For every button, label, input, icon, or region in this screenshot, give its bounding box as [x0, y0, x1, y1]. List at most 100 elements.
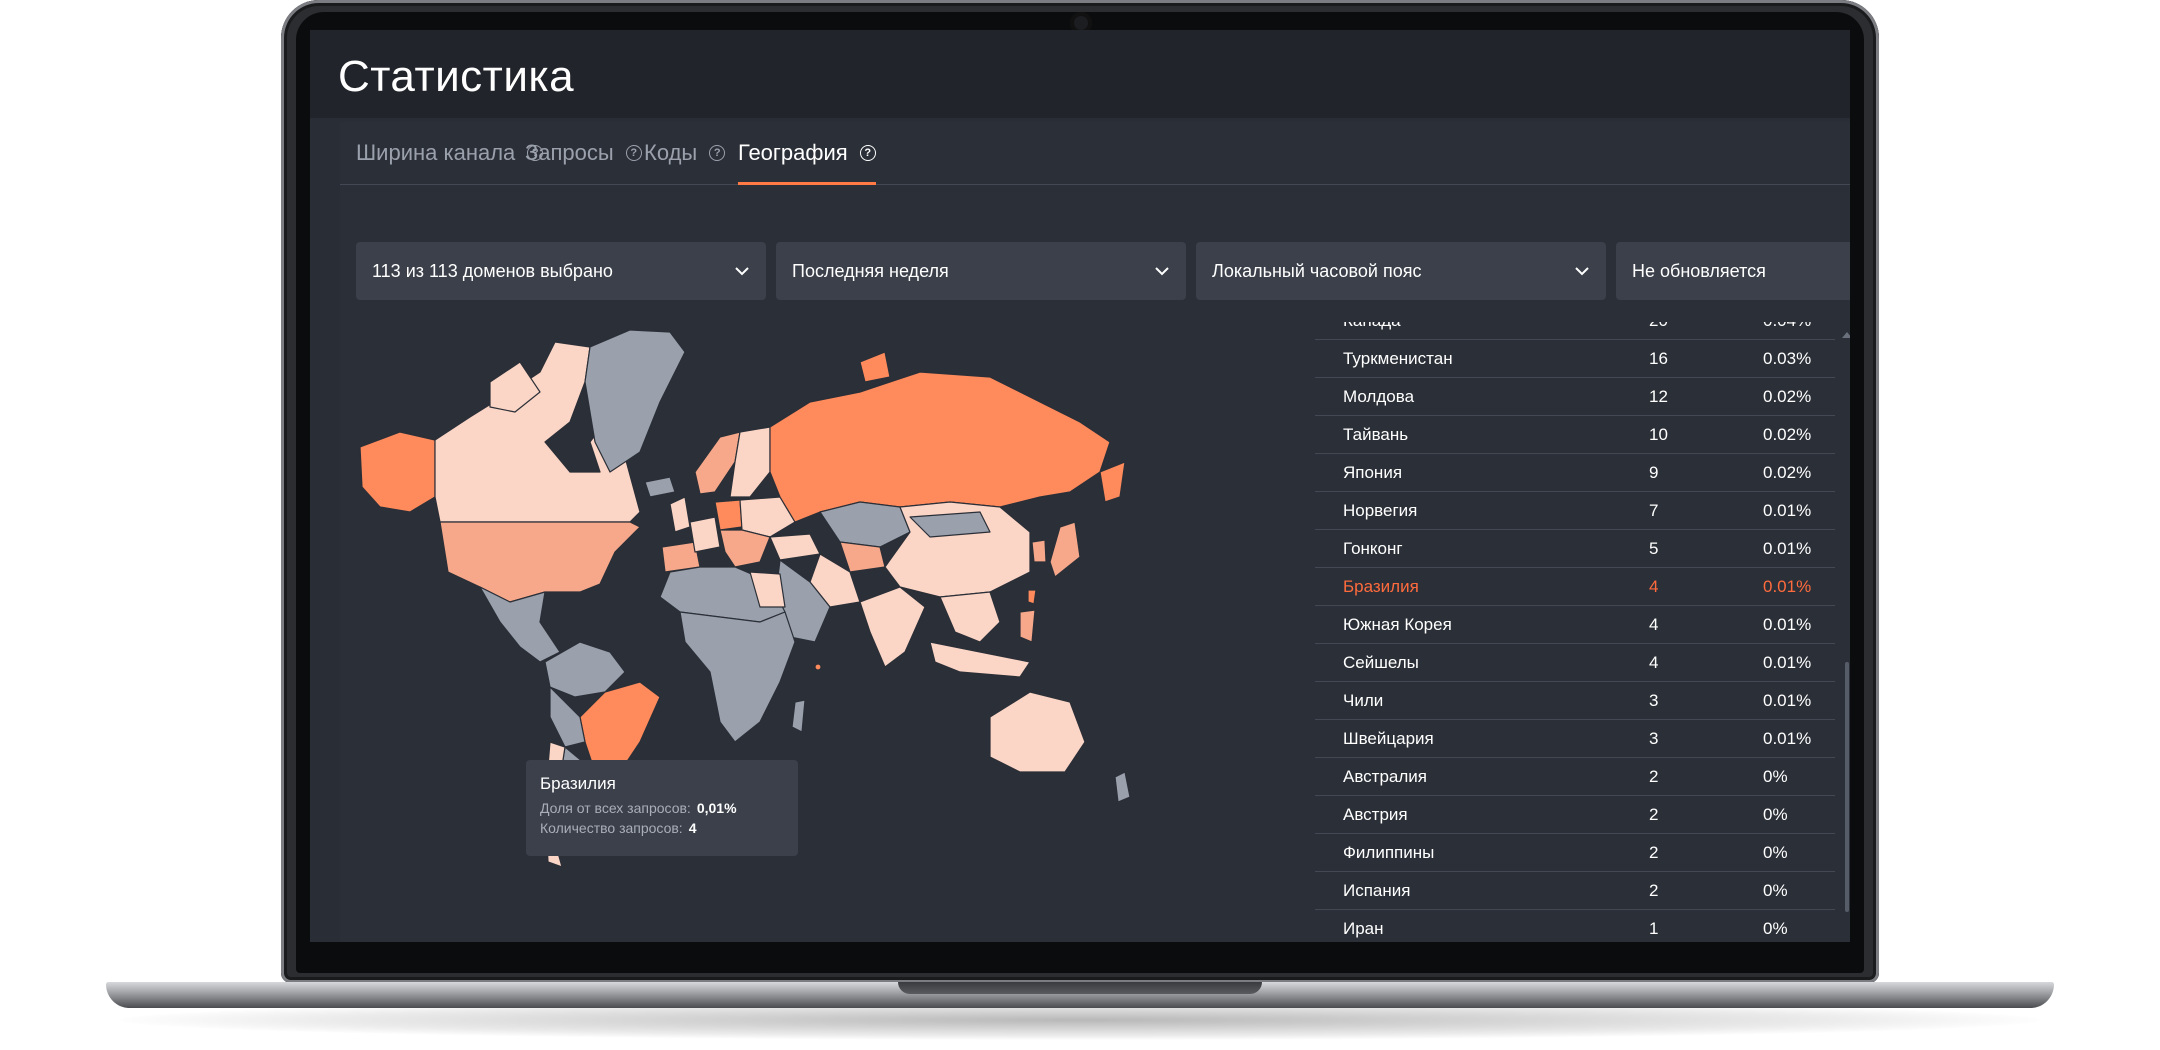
- map-country-russia: [769, 371, 1111, 523]
- app-screen: Статистика Ширина канала ? Запросы ? Код…: [310, 30, 1850, 942]
- country-cell: Южная Корея: [1343, 615, 1452, 634]
- tab-requests[interactable]: Запросы ?: [525, 122, 642, 184]
- world-map: Бразилия Доля от всех запросов: 0,01% Кол…: [340, 322, 1270, 942]
- map-country-brazil: [579, 681, 661, 773]
- country-cell: Молдова: [1343, 387, 1415, 406]
- count-cell: 9: [1649, 463, 1659, 482]
- tooltip-count-label: Количество запросов:: [540, 820, 683, 836]
- tab-label: Коды: [644, 140, 698, 165]
- tab-label: География: [738, 140, 848, 165]
- share-cell: 0%: [1763, 881, 1788, 900]
- refresh-select-value: Не обновляется: [1632, 260, 1766, 281]
- table-row[interactable]: Южная Корея 4 0.01%: [1315, 606, 1835, 644]
- help-icon[interactable]: ?: [709, 145, 726, 161]
- period-select-value: Последняя неделя: [792, 260, 949, 281]
- map-country-india: [859, 586, 926, 668]
- map-country-france: [689, 516, 721, 553]
- share-cell: 0%: [1763, 767, 1788, 786]
- table-row[interactable]: Австралия 2 0%: [1315, 758, 1835, 796]
- chevron-down-icon: [735, 267, 749, 276]
- share-cell: 0.01%: [1763, 729, 1812, 748]
- tooltip-count-value: 4: [688, 820, 697, 836]
- table-row[interactable]: Гонконг 5 0.01%: [1315, 530, 1835, 568]
- map-country-greenland: [584, 329, 686, 473]
- map-country-madagascar: [791, 699, 806, 733]
- table-row[interactable]: Филиппины 2 0%: [1315, 834, 1835, 872]
- count-cell: 2: [1649, 805, 1659, 824]
- map-country-africa-central: [679, 611, 796, 743]
- share-cell: 0.02%: [1763, 425, 1812, 444]
- map-country-turkmenistan: [839, 541, 886, 573]
- country-cell: Филиппины: [1343, 843, 1435, 862]
- domains-select[interactable]: 113 из 113 доменов выбрано: [356, 242, 766, 300]
- table-row[interactable]: Австрия 2 0%: [1315, 796, 1835, 834]
- map-country-italy-balkans: [719, 529, 771, 568]
- country-cell: Австралия: [1343, 767, 1427, 786]
- map-country-uk: [669, 496, 691, 533]
- tab-bar: Ширина канала ? Запросы ? Коды ? Географ…: [340, 122, 1850, 185]
- map-country-seychelles: [814, 663, 822, 671]
- country-cell: Норвегия: [1343, 501, 1418, 520]
- period-select[interactable]: Последняя неделя: [776, 242, 1186, 300]
- tooltip-country: Бразилия: [540, 774, 616, 793]
- country-cell: Гонконг: [1343, 539, 1403, 558]
- country-cell: Испания: [1343, 881, 1411, 900]
- share-cell: 0.01%: [1763, 615, 1812, 634]
- tab-label: Запросы: [525, 140, 614, 165]
- country-cell: Япония: [1343, 463, 1403, 482]
- share-cell: 0.04%: [1763, 322, 1811, 340]
- count-cell: 5: [1649, 539, 1659, 558]
- country-cell: Туркменистан: [1343, 349, 1453, 368]
- share-cell: 0.02%: [1763, 463, 1812, 482]
- map-country-russia-north-islands: [859, 351, 891, 383]
- chevron-down-icon: [1155, 267, 1169, 276]
- laptop-base-notch: [898, 982, 1262, 994]
- tab-geography[interactable]: География ?: [738, 122, 876, 185]
- table-row[interactable]: Норвегия 7 0.01%: [1315, 492, 1835, 530]
- table-row[interactable]: Молдова 12 0.02%: [1315, 378, 1835, 416]
- count-cell: 12: [1649, 387, 1668, 406]
- map-country-usa: [439, 521, 641, 603]
- table-row[interactable]: Чили 3 0.01%: [1315, 682, 1835, 720]
- count-cell: 20: [1649, 322, 1668, 340]
- map-tooltip: Бразилия Доля от всех запросов: 0,01% Кол…: [526, 760, 798, 856]
- table-row[interactable]: Сейшелы 4 0.01%: [1315, 644, 1835, 682]
- count-cell: 1: [1649, 919, 1659, 938]
- count-cell: 2: [1649, 767, 1659, 786]
- refresh-select[interactable]: Не обновляется: [1616, 242, 1850, 300]
- scroll-up-icon[interactable]: [1842, 332, 1850, 338]
- share-cell: 0.01%: [1763, 653, 1812, 672]
- map-country-new-zealand: [1114, 771, 1131, 803]
- country-cell: Иран: [1343, 919, 1384, 938]
- help-icon[interactable]: ?: [625, 145, 642, 161]
- share-cell: 0.01%: [1763, 539, 1812, 558]
- help-icon[interactable]: ?: [859, 145, 876, 161]
- table-row[interactable]: Бразилия 4 0.01%: [1315, 568, 1835, 606]
- share-cell: 0.01%: [1763, 577, 1812, 596]
- count-cell: 3: [1649, 691, 1659, 710]
- table-row[interactable]: Тайвань 10 0.02%: [1315, 416, 1835, 454]
- table-row[interactable]: Швейцария 3 0.01%: [1315, 720, 1835, 758]
- domains-select-value: 113 из 113 доменов выбрано: [372, 260, 613, 281]
- count-cell: 3: [1649, 729, 1659, 748]
- table-row[interactable]: Иран 1 0%: [1315, 910, 1835, 942]
- table-row[interactable]: Канада 20 0.04%: [1315, 322, 1835, 340]
- table-row[interactable]: Испания 2 0%: [1315, 872, 1835, 910]
- map-country-kazakhstan: [819, 501, 911, 548]
- table-row[interactable]: Туркменистан 16 0.03%: [1315, 340, 1835, 378]
- tab-codes[interactable]: Коды ?: [644, 122, 726, 184]
- timezone-select[interactable]: Локальный часовой пояс: [1196, 242, 1606, 300]
- table-row[interactable]: Япония 9 0.02%: [1315, 454, 1835, 492]
- share-cell: 0%: [1763, 919, 1788, 938]
- map-country-australia: [989, 691, 1086, 773]
- map-country-alaska: [359, 431, 436, 513]
- country-cell: Австрия: [1343, 805, 1408, 824]
- timezone-select-value: Локальный часовой пояс: [1212, 260, 1422, 281]
- country-cell: Бразилия: [1343, 577, 1419, 596]
- tab-bandwidth[interactable]: Ширина канала ?: [356, 122, 544, 184]
- table-scrollbar-thumb[interactable]: [1845, 662, 1849, 912]
- count-cell: 2: [1649, 843, 1659, 862]
- country-cell: Чили: [1343, 691, 1384, 710]
- map-country-southeast-asia: [939, 591, 1001, 643]
- page-title: Статистика: [338, 52, 575, 101]
